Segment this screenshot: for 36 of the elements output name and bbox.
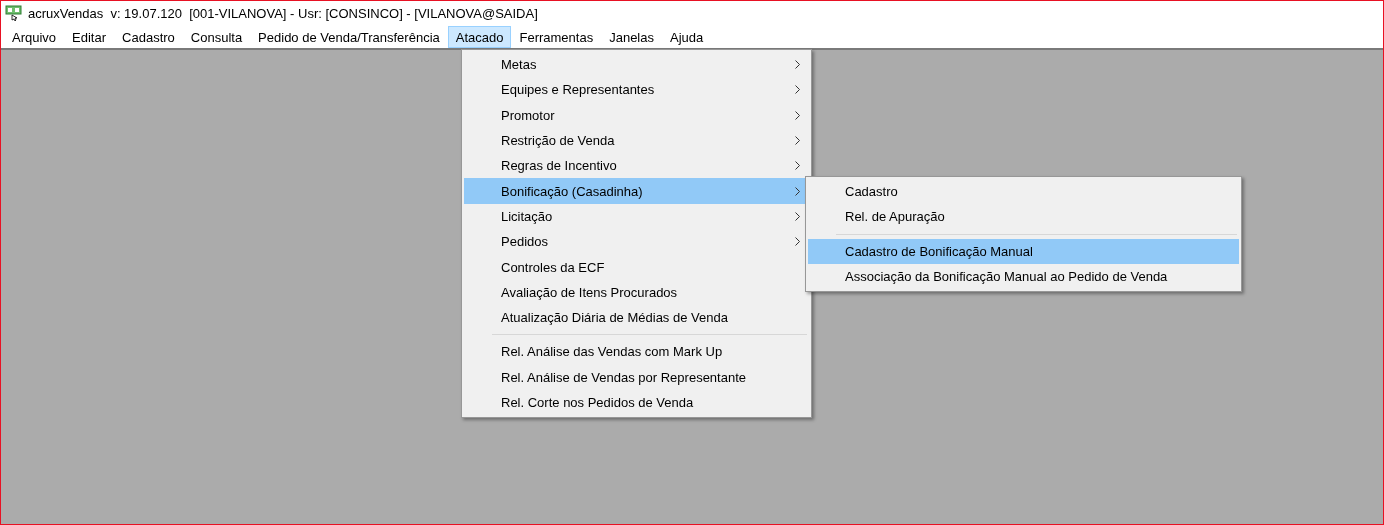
- menu-bar-item[interactable]: Ferramentas: [511, 26, 602, 48]
- menu-item[interactable]: Metas: [464, 52, 809, 78]
- menu-bar-item[interactable]: Arquivo: [4, 26, 65, 48]
- menu-item[interactable]: Pedidos: [464, 229, 809, 255]
- menu-bar-item[interactable]: Ajuda: [662, 26, 712, 48]
- menu-bar-item[interactable]: Editar: [64, 26, 115, 48]
- menu-bar-item[interactable]: Janelas: [601, 26, 662, 48]
- chevron-right-icon: [795, 136, 800, 146]
- menu-item[interactable]: Avaliação de Itens Procurados: [464, 279, 809, 305]
- menu-item[interactable]: Cadastro: [808, 179, 1239, 205]
- menu-item[interactable]: Rel. de Apuração: [808, 204, 1239, 230]
- menu-item[interactable]: Restrição de Venda: [464, 127, 809, 154]
- menu-bar-item[interactable]: Consulta: [182, 26, 251, 48]
- menu-item[interactable]: Controles da ECF: [464, 254, 809, 280]
- chevron-right-icon: [795, 211, 800, 221]
- menu-item[interactable]: Equipes e Representantes: [464, 77, 809, 103]
- chevron-right-icon: [795, 161, 800, 171]
- menu-item[interactable]: Rel. Análise de Vendas por Representante: [464, 364, 809, 390]
- menu-bar-item[interactable]: Cadastro: [114, 26, 183, 48]
- chevron-right-icon: [795, 60, 800, 70]
- chevron-right-icon: [795, 85, 800, 95]
- menu-item[interactable]: Rel. Corte nos Pedidos de Venda: [464, 389, 809, 416]
- app-icon: [5, 5, 22, 22]
- chevron-right-icon: [795, 237, 800, 247]
- menu-item[interactable]: Regras de Incentivo: [464, 153, 809, 179]
- chevron-right-icon: [795, 110, 800, 120]
- window-title: acruxVendas v: 19.07.120 [001-VILANOVA] - Usr: [CONSINCO] - [VILANOVA@SAIDA]: [28, 6, 538, 21]
- menu-item[interactable]: Rel. Análise das Vendas com Mark Up: [464, 339, 809, 365]
- menu-bar-item[interactable]: Pedido de Venda/Transferência: [250, 26, 448, 48]
- menu-item[interactable]: Licitação: [464, 203, 809, 230]
- menu-item[interactable]: Cadastro de Bonificação Manual: [808, 238, 1239, 264]
- menu-item[interactable]: Atualização Diária de Médias de Venda: [464, 304, 809, 331]
- menu-bar-item[interactable]: Atacado: [447, 26, 512, 48]
- menu-item[interactable]: Promotor: [464, 102, 809, 128]
- menu-item[interactable]: Associação da Bonificação Manual ao Pedido de Venda: [808, 263, 1239, 290]
- chevron-right-icon: [795, 186, 800, 196]
